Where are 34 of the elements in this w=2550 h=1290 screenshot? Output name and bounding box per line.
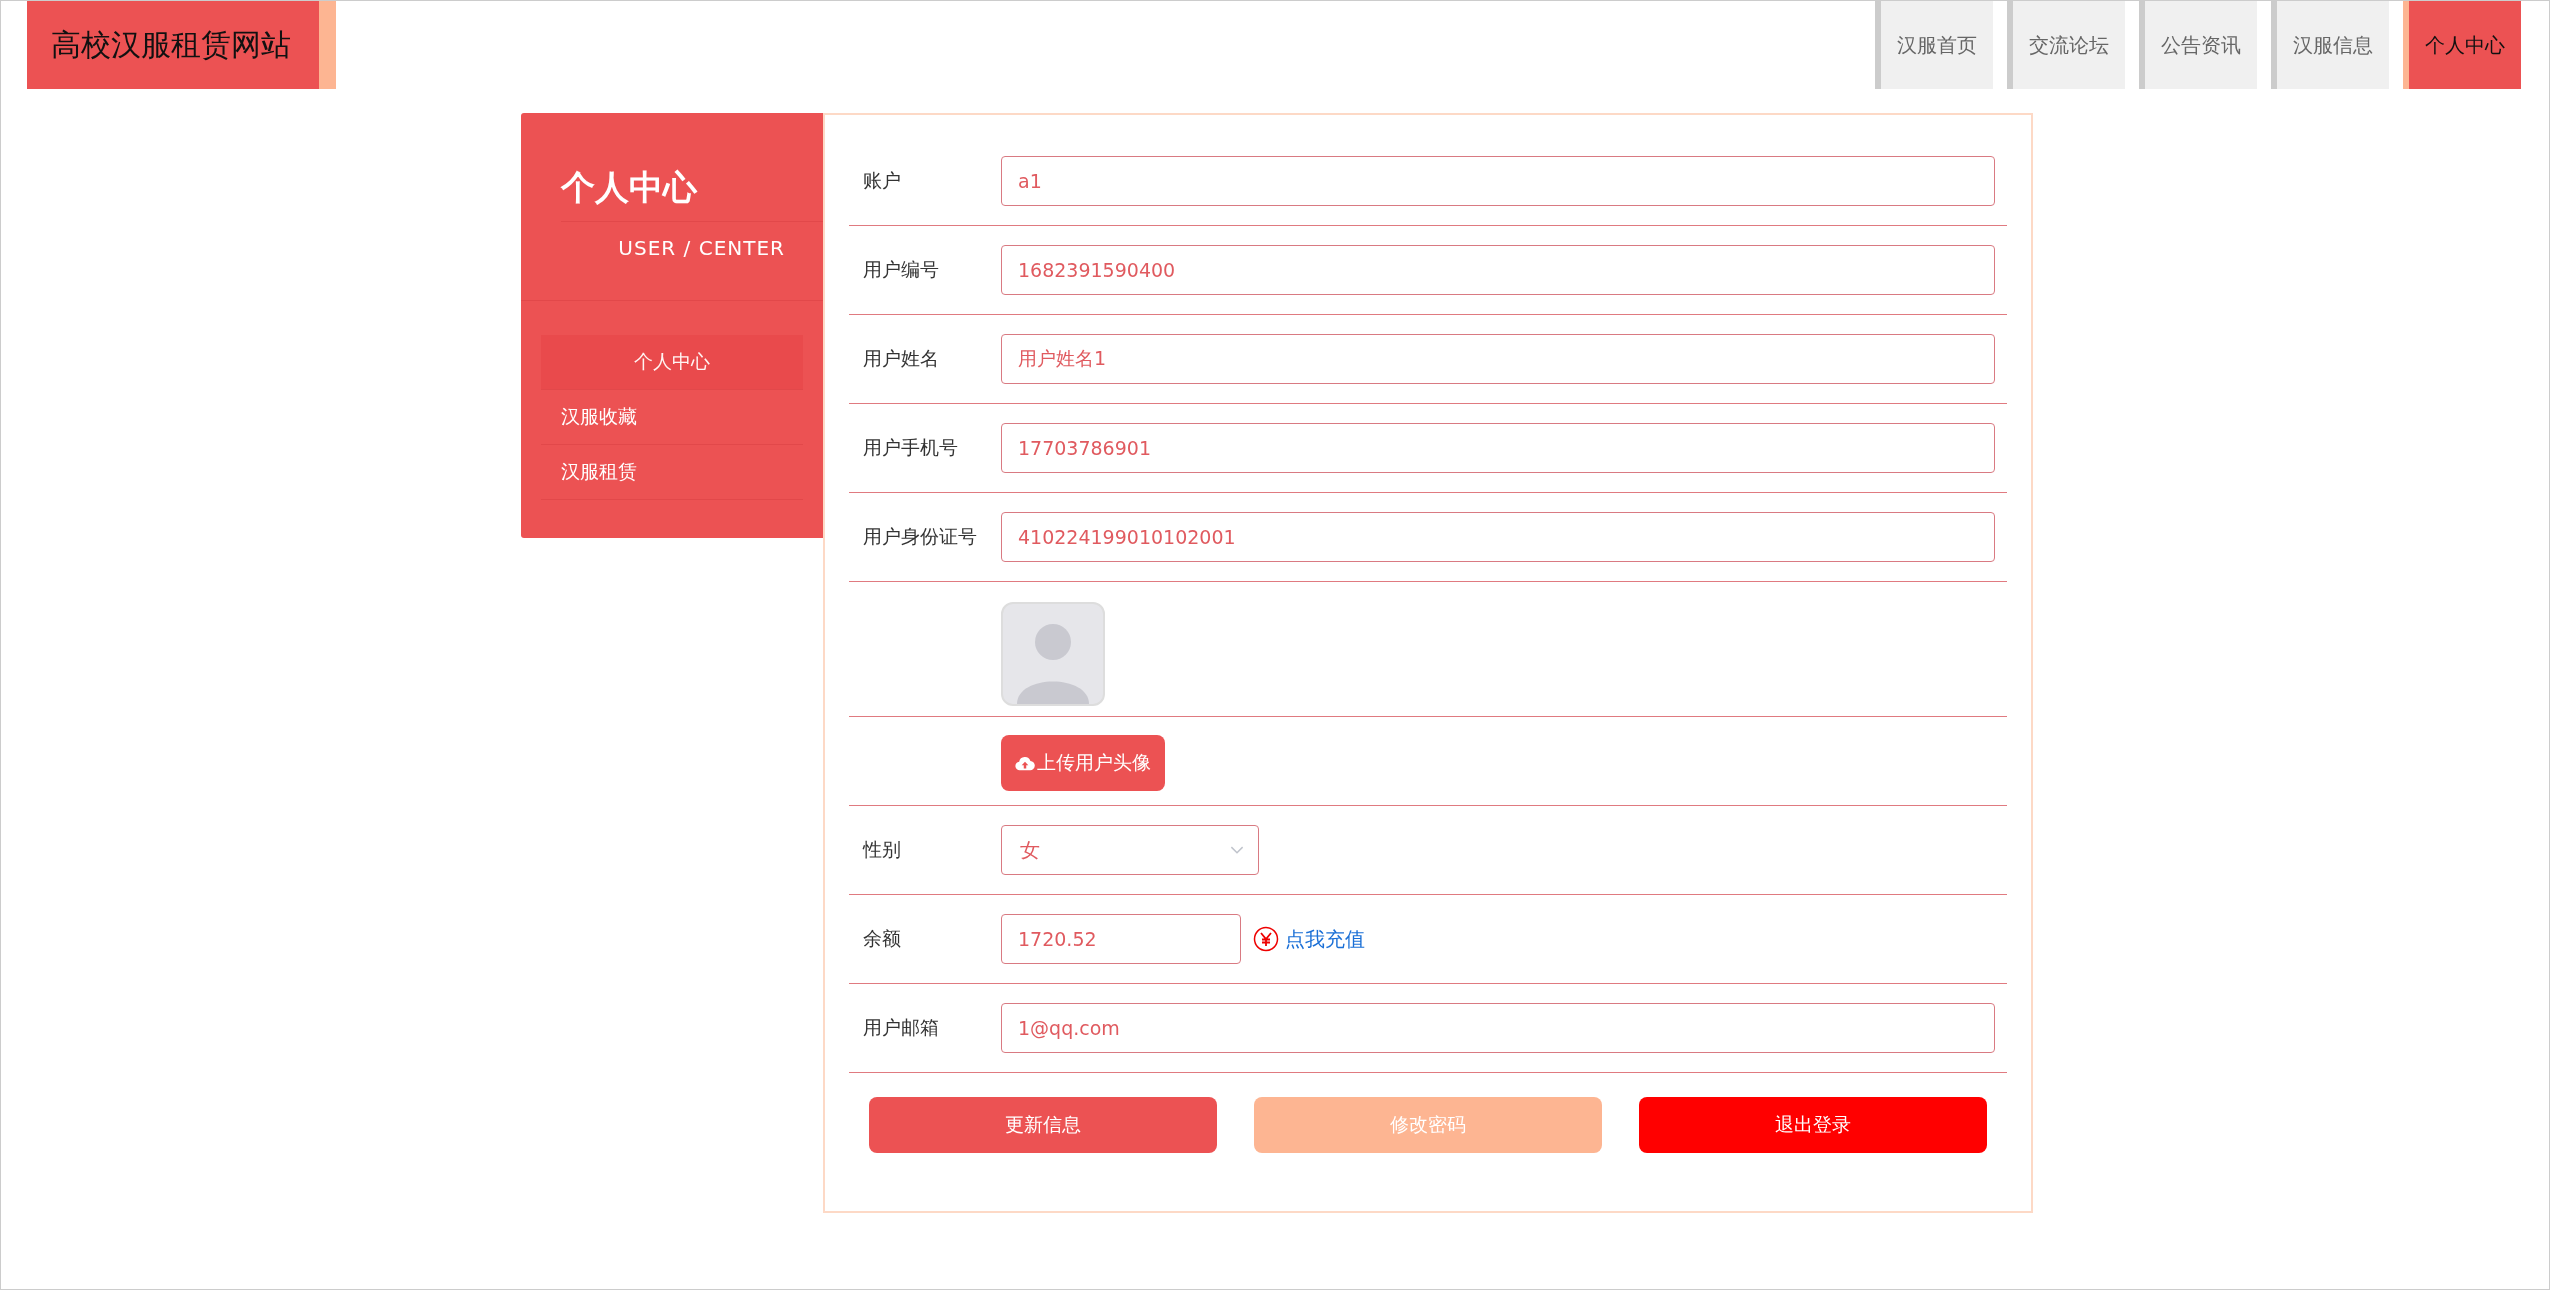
recharge-link[interactable]: 点我充值	[1285, 925, 1365, 953]
input-field[interactable]: 410224199010102001	[1001, 512, 1995, 562]
field-label: 用户编号	[863, 258, 939, 280]
field-label: 用户姓名	[863, 347, 939, 369]
nav-tab[interactable]: 交流论坛	[2007, 1, 2125, 89]
sidebar-title: 个人中心	[561, 113, 823, 222]
chevron-down-icon	[1230, 845, 1244, 855]
input-field[interactable]: 1@qq.com	[1001, 1003, 1995, 1053]
nav-tab[interactable]: 汉服首页	[1875, 1, 1993, 89]
sidebar-subtitle: USER / CENTER	[521, 222, 823, 301]
sidebar-item[interactable]: 汉服收藏	[541, 390, 803, 445]
upload-avatar-button[interactable]: 上传用户头像	[1001, 735, 1165, 791]
field-label: 用户手机号	[863, 436, 958, 458]
sidebar-item[interactable]: 个人中心	[541, 335, 803, 390]
field-label: 余额	[863, 927, 901, 949]
field-label: 账户	[863, 169, 901, 191]
sidebar-item[interactable]: 汉服租赁	[541, 445, 803, 500]
site-title: 高校汉服租赁网站	[51, 25, 291, 64]
yen-icon	[1253, 926, 1279, 952]
cloud-upload-icon	[1015, 755, 1035, 771]
input-field[interactable]: 1720.52	[1001, 914, 1241, 964]
input-field[interactable]: a1	[1001, 156, 1995, 206]
action-button[interactable]: 退出登录	[1639, 1097, 1987, 1153]
nav-tab[interactable]: 个人中心	[2403, 1, 2521, 89]
nav-tab[interactable]: 公告资讯	[2139, 1, 2257, 89]
field-label: 用户身份证号	[863, 525, 977, 547]
gender-select[interactable]: 女	[1001, 825, 1259, 875]
nav-tab[interactable]: 汉服信息	[2271, 1, 2389, 89]
field-label: 性别	[863, 838, 901, 860]
action-button[interactable]: 更新信息	[869, 1097, 1217, 1153]
input-field[interactable]: 1682391590400	[1001, 245, 1995, 295]
input-field[interactable]: 17703786901	[1001, 423, 1995, 473]
input-field[interactable]: 用户姓名1	[1001, 334, 1995, 384]
field-label: 用户邮箱	[863, 1016, 939, 1038]
